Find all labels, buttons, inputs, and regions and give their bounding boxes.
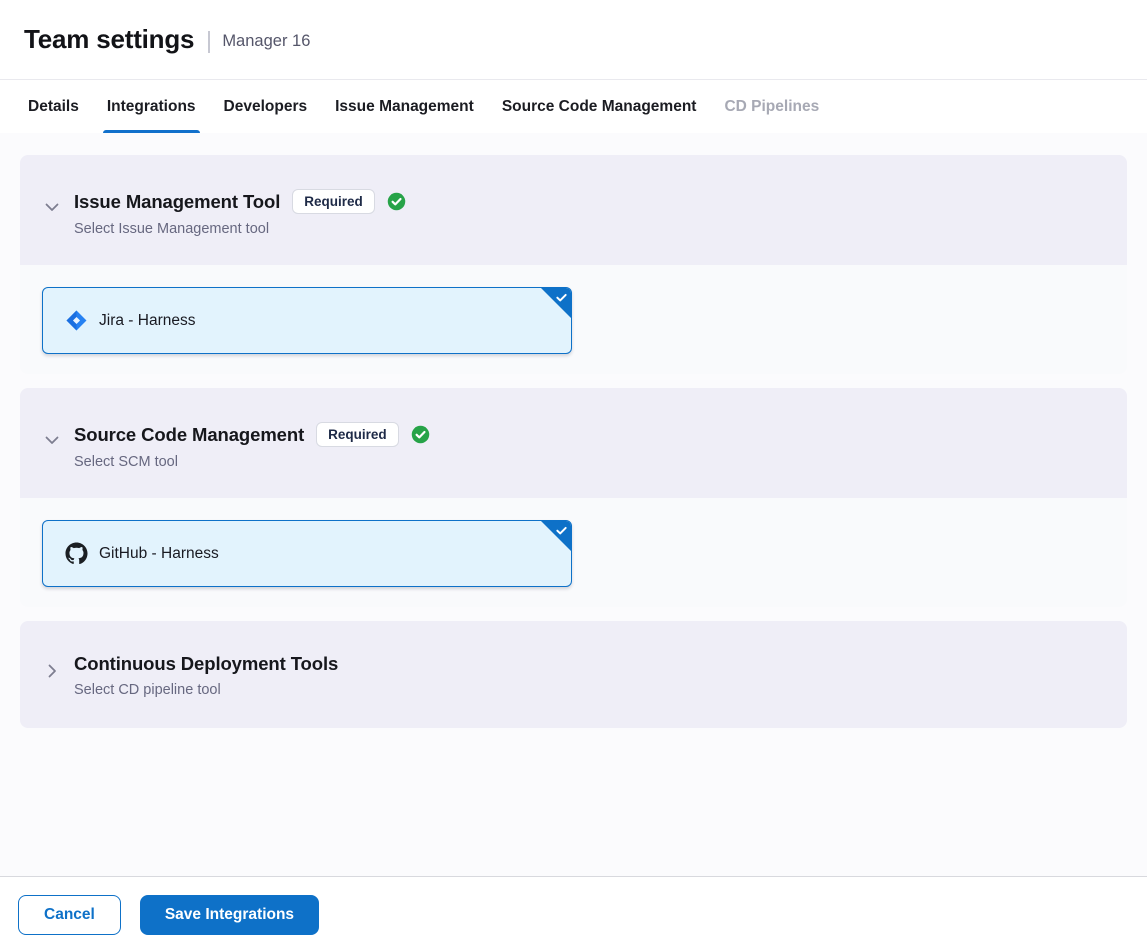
integrations-content: Issue Management Tool Required Select Is… xyxy=(0,133,1147,876)
tab-integrations[interactable]: Integrations xyxy=(93,80,210,133)
section-title: Issue Management Tool xyxy=(74,191,280,213)
tool-card-jira-harness[interactable]: Jira - Harness xyxy=(42,287,572,354)
section-source-code-management: Source Code Management Required Select S… xyxy=(20,388,1127,607)
tab-developers[interactable]: Developers xyxy=(210,80,322,133)
section-scm-body: GitHub - Harness xyxy=(20,498,1127,607)
tab-details-label: Details xyxy=(28,98,79,116)
tab-source-code-management[interactable]: Source Code Management xyxy=(488,80,711,133)
page-title: Team settings xyxy=(24,24,194,55)
save-integrations-button[interactable]: Save Integrations xyxy=(140,895,319,935)
page-header: Team settings Manager 16 xyxy=(0,0,1147,80)
active-tab-underline xyxy=(103,130,200,133)
tool-card-label: GitHub - Harness xyxy=(99,545,219,563)
section-header-text: Source Code Management Required Select S… xyxy=(74,422,430,470)
section-continuous-deployment-tools: Continuous Deployment Tools Select CD pi… xyxy=(20,621,1127,728)
section-title: Continuous Deployment Tools xyxy=(74,653,338,675)
tool-card-github-harness[interactable]: GitHub - Harness xyxy=(42,520,572,587)
chevron-down-icon[interactable] xyxy=(42,197,62,217)
section-issue-management-header[interactable]: Issue Management Tool Required Select Is… xyxy=(20,155,1127,265)
section-issue-management-tool: Issue Management Tool Required Select Is… xyxy=(20,155,1127,374)
section-cd-header[interactable]: Continuous Deployment Tools Select CD pi… xyxy=(20,621,1127,728)
jira-icon xyxy=(65,309,88,332)
cancel-button[interactable]: Cancel xyxy=(18,895,121,935)
chevron-down-icon[interactable] xyxy=(42,430,62,450)
footer-actions: Cancel Save Integrations xyxy=(0,876,1147,952)
check-circle-icon xyxy=(411,425,430,444)
section-header-text: Continuous Deployment Tools Select CD pi… xyxy=(74,653,338,698)
section-subtitle: Select SCM tool xyxy=(74,454,430,470)
required-badge: Required xyxy=(316,422,399,447)
section-subtitle: Select CD pipeline tool xyxy=(74,682,338,698)
section-title: Source Code Management xyxy=(74,424,304,446)
section-header-text: Issue Management Tool Required Select Is… xyxy=(74,189,406,237)
tab-integrations-label: Integrations xyxy=(107,98,196,116)
tab-source-code-management-label: Source Code Management xyxy=(502,98,697,116)
tab-issue-management-label: Issue Management xyxy=(335,98,474,116)
section-scm-header[interactable]: Source Code Management Required Select S… xyxy=(20,388,1127,498)
tab-cd-pipelines: CD Pipelines xyxy=(710,80,833,133)
required-badge: Required xyxy=(292,189,375,214)
selected-check-icon xyxy=(555,524,568,537)
tab-cd-pipelines-label: CD Pipelines xyxy=(724,98,819,116)
section-subtitle: Select Issue Management tool xyxy=(74,221,406,237)
tab-developers-label: Developers xyxy=(224,98,308,116)
team-settings-page: Team settings Manager 16 Details Integra… xyxy=(0,0,1147,952)
section-issue-management-body: Jira - Harness xyxy=(20,265,1127,374)
github-icon xyxy=(65,542,88,565)
tab-issue-management[interactable]: Issue Management xyxy=(321,80,488,133)
check-circle-icon xyxy=(387,192,406,211)
page-subtitle: Manager 16 xyxy=(222,32,310,51)
chevron-right-icon[interactable] xyxy=(42,661,62,681)
title-divider xyxy=(208,31,210,53)
selected-check-icon xyxy=(555,291,568,304)
tab-details[interactable]: Details xyxy=(14,80,93,133)
tab-bar: Details Integrations Developers Issue Ma… xyxy=(0,80,1147,133)
tool-card-label: Jira - Harness xyxy=(99,312,195,330)
